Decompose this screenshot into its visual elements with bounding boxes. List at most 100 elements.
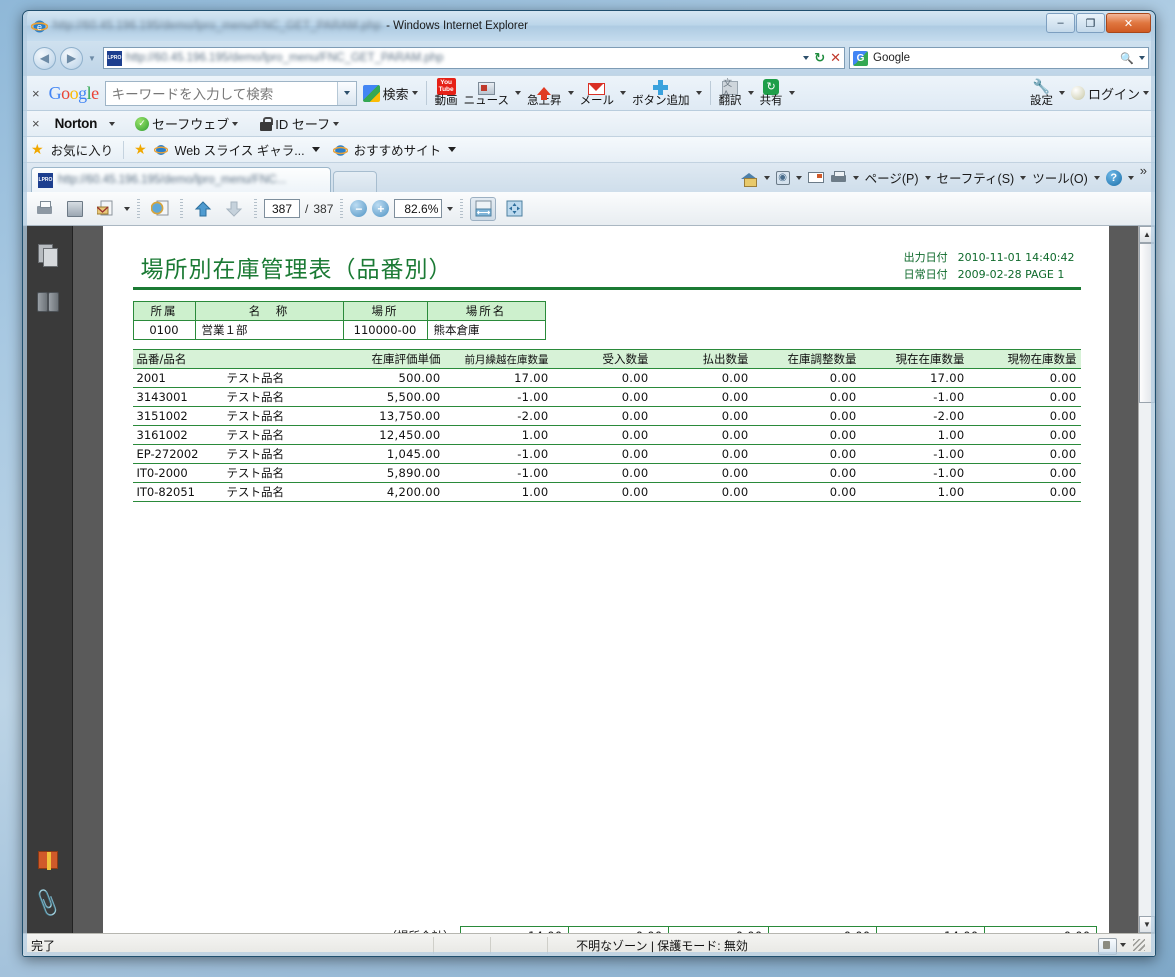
ie-icon [332,143,348,157]
google-search-button[interactable]: 検索 [362,84,418,103]
google-toolbar-item-add-button[interactable]: ボタン追加 [632,79,690,108]
google-toolbar-item-mail[interactable]: メール [580,79,614,108]
favorites-star-icon[interactable]: ★ [31,141,44,158]
google-toolbar-item-news[interactable]: ニュース [464,79,509,108]
search-magnifier-icon[interactable]: 🔍 [1120,52,1134,65]
chevron-down-icon[interactable] [567,91,574,95]
pdf-email-button[interactable] [93,197,119,221]
chevron-down-icon[interactable] [695,91,702,95]
read-mail-icon[interactable] [807,172,824,183]
browser-search-box[interactable]: G Google 🔍 [849,47,1149,69]
pdf-fit-width-button[interactable] [470,196,497,221]
pdf-fit-page-button[interactable] [501,197,527,221]
zone-lock-icon[interactable] [1098,937,1117,955]
new-tab-button[interactable] [333,171,377,192]
zoom-level-input[interactable]: 82.6% [394,199,443,218]
news-icon [477,79,495,95]
google-toolbar-item-share[interactable]: ↻ 共有 [760,78,783,108]
search-binoculars-icon[interactable] [35,288,61,314]
google-toolbar-item-translate[interactable]: 文A 翻訳 [719,78,742,108]
google-search-history-dropdown[interactable] [336,81,356,105]
pdf-vertical-scrollbar[interactable]: ▲ ▼ [1138,226,1155,933]
chevron-down-icon[interactable] [515,91,522,95]
webslice-gallery-label[interactable]: Web スライス ギャラ... [175,140,305,159]
scroll-up-button[interactable]: ▲ [1139,226,1155,243]
chevron-down-icon[interactable] [232,121,239,126]
tab-active[interactable]: LPRO http://60.45.196.195/demo/lpro_menu… [31,167,331,192]
chevron-down-icon[interactable] [1120,943,1126,947]
favorites-label[interactable]: お気に入り [51,140,114,159]
resize-grip[interactable] [1133,939,1145,951]
chevron-down-icon[interactable] [333,121,340,126]
page-number-input[interactable]: 387 [264,199,300,218]
chevron-down-icon[interactable] [1093,175,1100,180]
address-input[interactable]: LPRO http://60.45.196.195/demo/lpro_menu… [102,47,845,69]
menu-page[interactable]: ページ(P) [865,168,919,187]
cell-adj: 0.00 [752,444,861,464]
chevron-down-icon[interactable] [788,91,795,95]
chevron-down-icon[interactable] [620,91,627,95]
cell-adj: 0.00 [752,387,861,407]
chevron-down-icon[interactable] [795,175,802,180]
home-icon[interactable] [740,170,758,187]
close-norton-toolbar-button[interactable]: × [29,116,43,131]
command-bar-overflow[interactable]: » [1140,163,1147,178]
rss-icon[interactable]: ◉ [775,170,790,185]
chevron-down-icon[interactable] [1058,91,1065,95]
chevron-down-icon[interactable] [124,206,130,211]
chevron-down-icon[interactable] [747,91,754,95]
close-button[interactable]: ✕ [1106,13,1151,33]
attachments-paperclip-icon[interactable]: 📎 [31,888,63,919]
scroll-track[interactable] [1139,403,1155,916]
pdf-web-button[interactable] [147,197,173,221]
pdf-prev-page-button[interactable] [190,197,216,221]
google-toolbar-item-trending[interactable]: 急上昇 [527,79,562,108]
chevron-down-icon[interactable] [1020,175,1027,180]
close-google-toolbar-button[interactable]: × [29,86,43,101]
chevron-down-icon[interactable] [411,91,418,95]
bookmarks-icon[interactable] [35,847,61,873]
forward-button[interactable]: ▶ [60,46,83,70]
norton-item-idsafe[interactable]: ID セーフ [260,114,340,133]
google-toolbar-search-input[interactable]: キーワードを入力して検索 [104,80,357,106]
zoom-in-button[interactable]: + [372,200,390,217]
address-dropdown-icon[interactable] [803,56,810,60]
menu-tools[interactable]: ツール(O) [1032,168,1088,187]
chevron-down-icon[interactable] [763,175,770,180]
norton-item-safeweb[interactable]: ✓ セーフウェブ [135,114,239,133]
google-toolbar-item-video[interactable]: You Tube 動画 [435,78,458,108]
address-url-text: http://60.45.196.195/demo/lpro_menu/FNC_… [125,52,444,64]
help-icon[interactable]: ? [1105,169,1122,186]
scroll-down-button[interactable]: ▼ [1139,916,1155,933]
scroll-thumb[interactable] [1139,243,1155,403]
search-provider-dropdown-icon[interactable] [1139,56,1145,60]
chevron-down-icon[interactable] [448,147,457,152]
chevron-down-icon[interactable] [924,175,931,180]
chevron-down-icon[interactable] [447,206,454,211]
report-meta: 出力日付 2010-11-01 14:40:42 日常日付 2009-02-28… [902,248,1081,284]
refresh-icon[interactable]: ↻ [814,50,825,66]
zoom-out-button[interactable]: − [350,200,368,217]
cell-code: 3161002 [132,425,223,445]
chevron-down-icon[interactable] [1143,91,1149,95]
chevron-down-icon[interactable] [1127,175,1134,180]
chevron-down-icon[interactable] [109,121,116,126]
pages-panel-icon[interactable] [35,242,61,268]
pdf-print-button[interactable] [31,197,57,221]
minimize-button[interactable]: – [1046,13,1075,33]
cell-out: 0.00 [652,482,753,502]
menu-safety[interactable]: セーフティ(S) [937,168,1015,187]
google-toolbar-login[interactable]: ログイン [1070,84,1149,103]
print-icon[interactable] [830,170,847,185]
back-button[interactable]: ◀ [33,46,56,70]
chevron-down-icon[interactable] [852,175,859,180]
table-row: IT0-82051 テスト品名 4,200.00 1.00 0.00 0.00 … [132,482,1081,502]
recent-pages-dropdown-icon[interactable]: ▼ [88,54,96,63]
google-toolbar-settings[interactable]: 🔧 設定 [1030,78,1053,108]
maximize-button[interactable]: ❐ [1076,13,1105,33]
stop-icon[interactable]: ✕ [830,50,841,66]
add-to-favorites-icon[interactable]: ★ [134,141,147,158]
recommended-sites-label[interactable]: おすすめサイト [354,140,442,159]
chevron-down-icon[interactable] [311,147,320,152]
pdf-save-button[interactable] [62,197,88,221]
